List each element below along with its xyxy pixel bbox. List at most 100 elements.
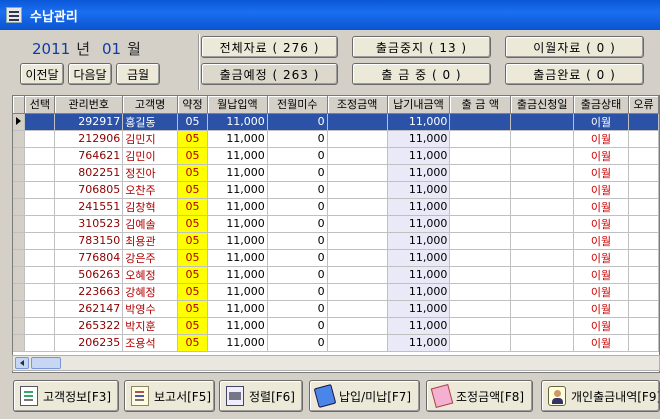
cell-customer-name[interactable]: 박영수 [122,300,179,318]
cell-select[interactable] [24,198,56,216]
cell-monthly[interactable]: 11,000 [207,266,268,284]
cell-due-amount[interactable]: 11,000 [387,215,451,233]
cell-select[interactable] [24,130,56,148]
cell-withdraw-amount[interactable] [449,232,512,250]
cell-prev-unpaid[interactable]: 0 [267,266,328,284]
cell-withdraw-amount[interactable] [449,266,512,284]
cell-prev-unpaid[interactable]: 0 [267,317,328,335]
table-row[interactable]: 310523 김예솔 05 11,000 0 11,000 이월 [13,215,659,233]
cell-prev-unpaid[interactable]: 0 [267,334,328,352]
cell-error[interactable] [628,266,659,284]
row-indicator[interactable] [13,317,26,335]
cell-due-amount[interactable]: 11,000 [387,300,451,318]
cell-customer-name[interactable]: 김예솔 [122,215,179,233]
row-indicator[interactable] [13,181,26,199]
cell-monthly[interactable]: 11,000 [207,198,268,216]
cell-select[interactable] [24,334,56,352]
cell-status[interactable]: 이월 [573,181,629,199]
cell-status[interactable]: 이월 [573,334,629,352]
scroll-left-icon[interactable] [15,357,29,369]
cell-monthly[interactable]: 11,000 [207,130,268,148]
cell-customer-name[interactable]: 강혜정 [122,283,179,301]
row-indicator[interactable] [13,215,26,233]
cell-monthly[interactable]: 11,000 [207,300,268,318]
cell-withdraw-amount[interactable] [449,215,512,233]
carryover-button[interactable]: 이월자료 ( 0 ) [505,36,644,58]
cell-due-amount[interactable]: 11,000 [387,181,451,199]
cell-monthly[interactable]: 11,000 [207,283,268,301]
cell-manage-no[interactable]: 223663 [54,283,124,301]
cell-contract[interactable]: 05 [177,113,208,131]
cell-status[interactable]: 이월 [573,317,629,335]
cell-error[interactable] [628,113,659,131]
cell-prev-unpaid[interactable]: 0 [267,147,328,165]
cell-manage-no[interactable]: 776804 [54,249,124,267]
cell-status[interactable]: 이월 [573,215,629,233]
completed-button[interactable]: 출금완료 ( 0 ) [505,63,644,85]
withdrawal-stopped-button[interactable]: 출금중지 ( 13 ) [352,36,491,58]
cell-withdraw-amount[interactable] [449,147,512,165]
col-manage-no[interactable]: 관리번호 [54,96,124,114]
cell-withdraw-amount[interactable] [449,164,512,182]
cell-customer-name[interactable]: 정진아 [122,164,179,182]
cell-error[interactable] [628,334,659,352]
row-indicator[interactable] [13,147,26,165]
cell-due-amount[interactable]: 11,000 [387,334,451,352]
cell-request-date[interactable] [510,300,575,318]
cell-monthly[interactable]: 11,000 [207,147,268,165]
cell-status[interactable]: 이월 [573,232,629,250]
cell-withdraw-amount[interactable] [449,113,512,131]
cell-select[interactable] [24,181,56,199]
cell-contract[interactable]: 05 [177,249,208,267]
all-records-button[interactable]: 전체자료 ( 276 ) [201,36,338,58]
cell-select[interactable] [24,266,56,284]
cell-monthly[interactable]: 11,000 [207,113,268,131]
col-due-amount[interactable]: 납기내금액 [387,96,451,114]
table-row[interactable]: 776804 강은주 05 11,000 0 11,000 이월 [13,249,659,267]
cell-due-amount[interactable]: 11,000 [387,130,451,148]
cell-due-amount[interactable]: 11,000 [387,198,451,216]
cell-adjust[interactable] [327,215,388,233]
cell-manage-no[interactable]: 241551 [54,198,124,216]
cell-error[interactable] [628,130,659,148]
cell-contract[interactable]: 05 [177,215,208,233]
cell-error[interactable] [628,181,659,199]
cell-contract[interactable]: 05 [177,283,208,301]
cell-select[interactable] [24,283,56,301]
cell-contract[interactable]: 05 [177,147,208,165]
cell-adjust[interactable] [327,164,388,182]
cell-request-date[interactable] [510,249,575,267]
cell-due-amount[interactable]: 11,000 [387,266,451,284]
table-row[interactable]: 212906 김민지 05 11,000 0 11,000 이월 [13,130,659,148]
cell-error[interactable] [628,232,659,250]
cell-prev-unpaid[interactable]: 0 [267,283,328,301]
col-customer-name[interactable]: 고객명 [122,96,179,114]
cell-status[interactable]: 이월 [573,249,629,267]
cell-due-amount[interactable]: 11,000 [387,232,451,250]
cell-contract[interactable]: 05 [177,300,208,318]
cell-request-date[interactable] [510,198,575,216]
cell-monthly[interactable]: 11,000 [207,164,268,182]
cell-request-date[interactable] [510,334,575,352]
cell-status[interactable]: 이월 [573,198,629,216]
cell-customer-name[interactable]: 최용관 [122,232,179,250]
cell-monthly[interactable]: 11,000 [207,317,268,335]
col-contract[interactable]: 약정 [177,96,208,114]
horizontal-scrollbar[interactable] [12,355,660,371]
payment-status-button[interactable]: 납입/미납[F7] [309,380,420,412]
col-request-date[interactable]: 출금신청일 [510,96,575,114]
in-progress-button[interactable]: 출 금 중 ( 0 ) [352,63,491,85]
cell-customer-name[interactable]: 김창혁 [122,198,179,216]
col-adjust[interactable]: 조정금액 [327,96,388,114]
cell-select[interactable] [24,147,56,165]
cell-contract[interactable]: 05 [177,266,208,284]
cell-due-amount[interactable]: 11,000 [387,317,451,335]
adjust-amount-button[interactable]: 조정금액[F8] [426,380,533,412]
cell-prev-unpaid[interactable]: 0 [267,300,328,318]
customer-info-button[interactable]: 고객정보[F3] [13,380,119,412]
cell-contract[interactable]: 05 [177,164,208,182]
cell-customer-name[interactable]: 홍길동 [122,113,179,131]
cell-adjust[interactable] [327,249,388,267]
table-row[interactable]: 783150 최용관 05 11,000 0 11,000 이월 [13,232,659,250]
cell-request-date[interactable] [510,113,575,131]
